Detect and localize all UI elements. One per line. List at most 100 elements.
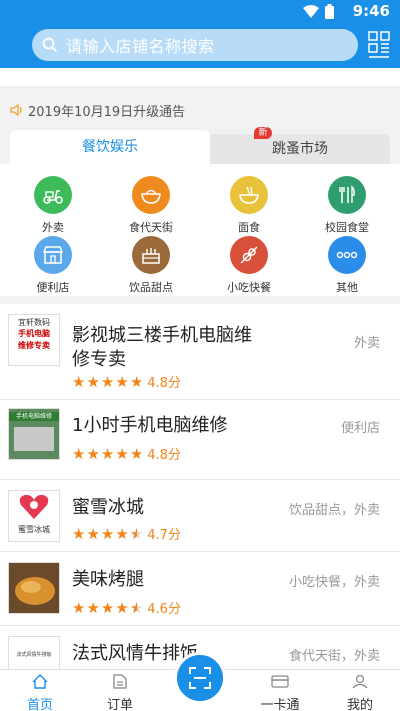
star-icon: ★	[72, 524, 86, 543]
shop-thumbnail: 手机电脑维修	[8, 408, 60, 460]
star-icon: ★	[72, 598, 86, 617]
nav-card[interactable]: 一卡通	[250, 674, 310, 711]
nav-label: 我的	[346, 698, 373, 711]
home-icon	[32, 674, 48, 689]
header: 请输入店铺名称搜索	[0, 22, 400, 68]
rating-score: 4.8分	[147, 376, 181, 391]
speaker-icon	[10, 104, 22, 116]
star-icon: ★	[129, 372, 144, 391]
rating-score: 4.7分	[147, 528, 181, 543]
nav-label: 首页	[26, 698, 53, 711]
roast-chicken-image	[9, 563, 59, 613]
thumb-line: 法式风情牛排饭	[16, 652, 52, 658]
category-label: 小吃快餐	[227, 281, 271, 294]
thumb-line: 手机电脑	[18, 329, 50, 338]
status-time: 9:46	[352, 2, 390, 20]
new-badge: 新	[254, 127, 272, 139]
star-icon: ★	[86, 524, 100, 543]
status-icons	[303, 4, 334, 19]
cutlery-icon	[328, 176, 366, 214]
shop-rating: ★ ★ ★ ★ ★ 4.8分	[72, 444, 181, 464]
shop-name: 影视城三楼手机电脑维	[72, 325, 252, 346]
category-canteen[interactable]: 校园食堂	[302, 176, 392, 235]
tab-food-entertainment[interactable]: 餐饮娱乐	[10, 130, 210, 164]
noodle-icon	[230, 176, 268, 214]
star-icon: ★	[72, 444, 86, 463]
star-icon: ★	[100, 372, 115, 391]
shop-category: 饮品甜点，外卖	[288, 503, 380, 518]
star-icon: ★	[115, 524, 129, 543]
shop-category: 外卖	[353, 336, 380, 351]
notice-bar[interactable]: 2019年10月19日升级通告	[0, 96, 400, 124]
category-label: 校园食堂	[325, 221, 369, 234]
category-noodles[interactable]: 面食	[204, 176, 294, 235]
battery-icon	[325, 4, 334, 19]
thumb-line: 手机电脑维修	[9, 412, 59, 421]
shop-rating: ★★★★★ 4.7分	[72, 524, 181, 544]
thumb-line: 宜轩数码	[9, 315, 59, 328]
category-label: 面食	[238, 221, 260, 234]
cake-icon	[132, 236, 170, 274]
star-icon: ★	[115, 372, 129, 391]
shop-thumbnail: 宜轩数码 手机电脑 维修专卖	[8, 314, 60, 366]
shop-row[interactable]: 美味烤腿 小吃快餐，外卖 ★★★★★ 4.6分	[0, 552, 400, 626]
star-icon: ★	[100, 444, 115, 463]
category-tabs: 跳蚤市场 餐饮娱乐	[10, 130, 390, 164]
search-placeholder: 请输入店铺名称搜索	[66, 37, 215, 56]
qrcode-icon[interactable]	[368, 31, 390, 59]
shop-name: 1小时手机电脑维修	[72, 415, 228, 436]
star-icon: ★	[100, 524, 115, 543]
category-label: 其他	[336, 281, 358, 294]
category-other[interactable]: 其他	[302, 236, 392, 295]
shop-row[interactable]: 宜轩数码 手机电脑 维修专卖 影视城三楼手机电脑维 修专卖 外卖 ★ ★ ★ ★ ★ 4…	[0, 304, 400, 400]
shop-rating: ★ ★ ★ ★ ★ 4.8分	[72, 372, 181, 392]
star-icon: ★	[86, 598, 100, 617]
store-icon	[34, 236, 72, 274]
tab-flea-market[interactable]: 跳蚤市场	[210, 134, 390, 164]
half-star-icon: ★	[130, 526, 143, 542]
category-label: 食代天街	[129, 221, 173, 234]
scan-icon	[189, 667, 211, 689]
shop-name: 美味烤腿	[72, 569, 144, 590]
rating-score: 4.8分	[147, 448, 181, 463]
star-icon: ★	[129, 444, 144, 463]
category-takeout[interactable]: 外卖	[8, 176, 98, 235]
star-icon: ★	[100, 598, 115, 617]
scan-button[interactable]	[174, 652, 226, 704]
nav-orders[interactable]: 订单	[90, 674, 150, 711]
notice-text: 2019年10月19日升级通告	[28, 104, 186, 120]
shop-row[interactable]: 蜜雪冰城 蜜雪冰城 饮品甜点，外卖 ★★★★★ 4.7分	[0, 480, 400, 552]
category-label: 便利店	[36, 281, 70, 294]
status-bar: 9:46	[0, 0, 400, 22]
order-icon	[113, 674, 127, 689]
star-icon: ★	[115, 598, 129, 617]
star-icon: ★	[115, 444, 129, 463]
storefront-image	[14, 427, 54, 451]
skewer-icon	[230, 236, 268, 274]
search-icon	[42, 37, 58, 53]
nav-profile[interactable]: 我的	[330, 674, 390, 711]
category-drinks-desserts[interactable]: 饮品甜点	[106, 236, 196, 295]
category-convenience-store[interactable]: 便利店	[8, 236, 98, 295]
wifi-icon	[303, 4, 319, 18]
shop-category: 小吃快餐，外卖	[288, 575, 380, 590]
shop-thumbnail: 蜜雪冰城	[8, 490, 60, 542]
nav-label: 一卡通	[260, 698, 300, 711]
shop-row[interactable]: 手机电脑维修 1小时手机电脑维修 便利店 ★ ★ ★ ★ ★ 4.8分	[0, 400, 400, 480]
shop-name-line2: 修专卖	[72, 349, 126, 370]
banner-strip	[0, 68, 400, 86]
heart-logo-icon	[19, 494, 49, 519]
nav-home[interactable]: 首页	[10, 674, 70, 711]
thumb-line: 维修专卖	[18, 341, 50, 350]
category-snacks[interactable]: 小吃快餐	[204, 236, 294, 295]
shop-category: 便利店	[340, 421, 380, 436]
rating-score: 4.6分	[147, 602, 181, 617]
category-label: 外卖	[42, 221, 64, 234]
category-food-street[interactable]: 食代天街	[106, 176, 196, 235]
shop-thumbnail: 法式风情牛排饭	[8, 636, 60, 669]
search-input[interactable]: 请输入店铺名称搜索	[32, 29, 358, 61]
card-icon	[271, 675, 289, 688]
shop-thumbnail	[8, 562, 60, 614]
category-grid: 外卖 食代天街 面食 校园食堂 便利店 饮品甜点 小吃快餐 其他	[0, 164, 400, 296]
more-icon	[328, 236, 366, 274]
